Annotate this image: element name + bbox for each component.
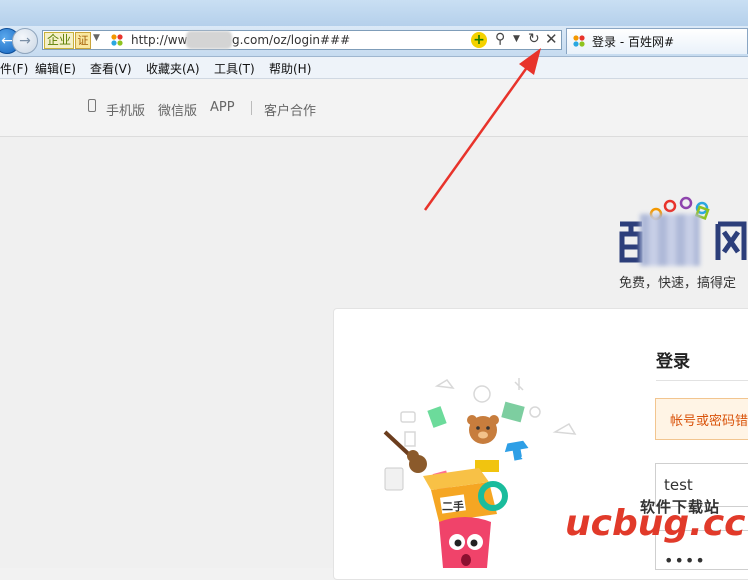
secondhand-illustration: 二手: [383, 378, 577, 568]
tab-title: 登录 - 百姓网#: [592, 35, 675, 49]
box-label: 二手: [442, 499, 464, 513]
site-favicon-icon: [111, 34, 123, 46]
wechat-version-link[interactable]: 微信版: [158, 100, 197, 119]
forward-button[interactable]: →: [12, 28, 38, 54]
refresh-icon[interactable]: ↻: [528, 31, 540, 47]
bear-toy-icon: [467, 415, 499, 444]
window-title-bar: [0, 0, 748, 26]
guitar-icon: [383, 430, 427, 473]
octopus-mascot-icon: [439, 517, 491, 568]
menu-view[interactable]: 查看(V): [90, 60, 132, 77]
menu-help[interactable]: 帮助(H): [269, 60, 311, 77]
logo-tagline: 免费，快速，搞得定: [619, 276, 737, 291]
forward-arrow-icon: →: [19, 33, 31, 49]
redacted-logo-text: [640, 214, 700, 266]
tab-favicon-icon: [573, 35, 585, 47]
menu-favorites[interactable]: 收藏夹(A): [146, 60, 200, 77]
add-plus-icon[interactable]: +: [471, 32, 487, 48]
menu-tools[interactable]: 工具(T): [214, 60, 255, 77]
url-text-suffix[interactable]: g.com/oz/login###: [232, 32, 350, 48]
address-dropdown-icon[interactable]: ▼: [93, 33, 100, 43]
error-message: 帐号或密码错: [670, 414, 748, 429]
menu-edit[interactable]: 编辑(E): [35, 60, 76, 77]
mobile-version-link[interactable]: 手机版: [106, 100, 145, 119]
certificate-verified-badge[interactable]: 证: [75, 32, 91, 49]
nav-divider: [251, 101, 252, 115]
cardboard-box-icon: [423, 468, 497, 522]
username-value[interactable]: test: [664, 476, 693, 494]
menu-file[interactable]: 件(F): [0, 60, 28, 77]
app-link[interactable]: APP: [210, 100, 235, 115]
phone-icon: [88, 99, 96, 112]
partner-link[interactable]: 客户合作: [264, 100, 316, 119]
watermark-logo: ucbug.cc: [565, 503, 746, 544]
login-title-divider: [656, 380, 748, 381]
password-value[interactable]: ••••: [664, 551, 706, 570]
login-title: 登录: [656, 352, 690, 372]
certificate-badge[interactable]: 企业: [44, 32, 75, 49]
search-icon[interactable]: ⚲: [495, 31, 505, 47]
redacted-url-segment: [186, 31, 232, 49]
search-dropdown-icon[interactable]: ▼: [513, 34, 520, 44]
url-text-prefix[interactable]: http://ww: [131, 32, 187, 48]
stop-icon[interactable]: ✕: [545, 30, 558, 48]
